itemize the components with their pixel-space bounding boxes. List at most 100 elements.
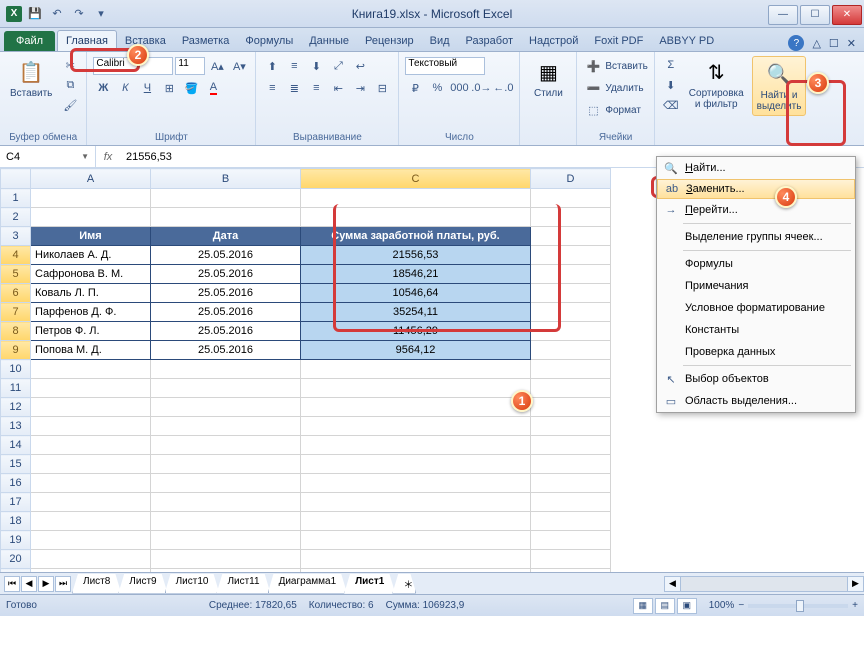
sheet-nav-next-icon[interactable]: ▶ [38, 576, 54, 592]
insert-cells-icon[interactable]: ➕ [583, 57, 603, 75]
help-icon[interactable]: ? [788, 35, 804, 51]
zoom-level[interactable]: 100% [709, 600, 735, 611]
cell-C17[interactable] [301, 493, 531, 512]
cell-A1[interactable] [31, 189, 151, 208]
row-header-17[interactable]: 17 [1, 493, 31, 512]
percent-icon[interactable]: % [427, 79, 447, 97]
col-header-D[interactable]: D [531, 169, 611, 189]
row-header-13[interactable]: 13 [1, 417, 31, 436]
align-top-icon[interactable]: ⬆ [262, 57, 282, 75]
cell-A21[interactable] [31, 569, 151, 573]
cell-B20[interactable] [151, 550, 301, 569]
cell-C3[interactable]: Сумма заработной платы, руб. [301, 227, 531, 246]
cell-B13[interactable] [151, 417, 301, 436]
number-format-select[interactable]: Текстовый [405, 57, 485, 75]
cell-D15[interactable] [531, 455, 611, 474]
menu-constants[interactable]: Константы [657, 319, 855, 341]
bold-icon[interactable]: Ж [93, 79, 113, 97]
tab-addins[interactable]: Надстрой [521, 31, 586, 51]
sheet-nav-last-icon[interactable]: ⏭ [55, 576, 71, 592]
row-header-14[interactable]: 14 [1, 436, 31, 455]
merge-icon[interactable]: ⊟ [372, 79, 392, 97]
menu-selection-pane[interactable]: ▭Область выделения... [657, 390, 855, 412]
qat-undo-icon[interactable]: ↶ [48, 5, 66, 23]
cell-A14[interactable] [31, 436, 151, 455]
name-box-dropdown-icon[interactable]: ▼ [81, 152, 89, 161]
cell-A15[interactable] [31, 455, 151, 474]
row-header-9[interactable]: 9 [1, 341, 31, 360]
cell-D8[interactable] [531, 322, 611, 341]
cell-D2[interactable] [531, 208, 611, 227]
sheet-tab-Лист10[interactable]: Лист10 [165, 574, 220, 594]
menu-replace[interactable]: abЗаменить... [657, 179, 855, 199]
increase-font-icon[interactable]: A▴ [207, 57, 227, 75]
orientation-icon[interactable]: ⤢ [328, 57, 348, 75]
sheet-tab-Диаграмма1[interactable]: Диаграмма1 [268, 574, 348, 594]
fill-color-icon[interactable]: 🪣 [181, 79, 201, 97]
minimize-button[interactable]: — [768, 5, 798, 25]
cell-D5[interactable] [531, 265, 611, 284]
insert-cells-label[interactable]: Вставить [605, 61, 647, 72]
col-header-A[interactable]: A [31, 169, 151, 189]
close-button[interactable]: ✕ [832, 5, 862, 25]
tab-view[interactable]: Вид [422, 31, 458, 51]
sheet-tab-Лист8[interactable]: Лист8 [72, 574, 121, 594]
row-header-18[interactable]: 18 [1, 512, 31, 531]
tab-formulas[interactable]: Формулы [237, 31, 301, 51]
cell-B4[interactable]: 25.05.2016 [151, 246, 301, 265]
paste-button[interactable]: 📋 Вставить [6, 56, 56, 101]
cell-D11[interactable] [531, 379, 611, 398]
decrease-font-icon[interactable]: A▾ [229, 57, 249, 75]
row-header-6[interactable]: 6 [1, 284, 31, 303]
cell-B9[interactable]: 25.05.2016 [151, 341, 301, 360]
copy-icon[interactable]: ⧉ [60, 76, 80, 94]
tab-review[interactable]: Рецензир [357, 31, 422, 51]
restore-window-icon[interactable]: ☐ [829, 37, 839, 50]
sheet-tab-Лист9[interactable]: Лист9 [118, 574, 167, 594]
cell-D19[interactable] [531, 531, 611, 550]
cell-C9[interactable]: 9564,12 [301, 341, 531, 360]
cell-C12[interactable] [301, 398, 531, 417]
sort-filter-button[interactable]: ⇅ Сортировка и фильтр [685, 56, 748, 112]
file-tab[interactable]: Файл [4, 31, 55, 51]
row-header-1[interactable]: 1 [1, 189, 31, 208]
cell-B11[interactable] [151, 379, 301, 398]
cell-A20[interactable] [31, 550, 151, 569]
cell-C2[interactable] [301, 208, 531, 227]
tab-home[interactable]: Главная [57, 30, 117, 51]
cell-C7[interactable]: 35254,11 [301, 303, 531, 322]
menu-comments[interactable]: Примечания [657, 275, 855, 297]
cell-A19[interactable] [31, 531, 151, 550]
cell-C1[interactable] [301, 189, 531, 208]
cell-B7[interactable]: 25.05.2016 [151, 303, 301, 322]
row-header-8[interactable]: 8 [1, 322, 31, 341]
currency-icon[interactable]: ₽ [405, 79, 425, 97]
wrap-text-icon[interactable]: ↩ [350, 57, 370, 75]
cell-B21[interactable] [151, 569, 301, 573]
cell-D18[interactable] [531, 512, 611, 531]
cell-B8[interactable]: 25.05.2016 [151, 322, 301, 341]
cell-A7[interactable]: Парфенов Д. Ф. [31, 303, 151, 322]
scroll-right-icon[interactable]: ▶ [847, 577, 863, 591]
cell-A18[interactable] [31, 512, 151, 531]
cell-A16[interactable] [31, 474, 151, 493]
format-painter-icon[interactable]: 🖌 [60, 96, 80, 114]
close-workbook-icon[interactable]: ✕ [847, 37, 856, 50]
cell-A17[interactable] [31, 493, 151, 512]
cell-B5[interactable]: 25.05.2016 [151, 265, 301, 284]
cell-C14[interactable] [301, 436, 531, 455]
zoom-slider[interactable] [748, 604, 848, 608]
menu-select-group[interactable]: Выделение группы ячеек... [657, 226, 855, 248]
font-size-select[interactable]: 11 [175, 57, 205, 75]
menu-find[interactable]: 🔍Найти... [657, 157, 855, 179]
cell-B16[interactable] [151, 474, 301, 493]
cell-B10[interactable] [151, 360, 301, 379]
format-cells-label[interactable]: Формат [605, 105, 641, 116]
normal-view-icon[interactable]: ▦ [633, 598, 653, 614]
row-header-4[interactable]: 4 [1, 246, 31, 265]
minimize-ribbon-icon[interactable]: △ [812, 37, 820, 50]
cell-C20[interactable] [301, 550, 531, 569]
comma-icon[interactable]: 000 [449, 79, 469, 97]
menu-goto[interactable]: →Перейти... [657, 199, 855, 221]
cell-B15[interactable] [151, 455, 301, 474]
